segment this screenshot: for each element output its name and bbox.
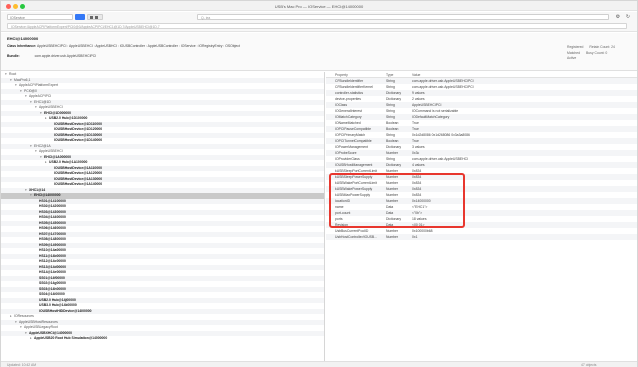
bundle-label: Bundle: [7,54,20,58]
class-inheritance: Class Inheritance: AppleUSBEHCIPCI : App… [7,44,240,48]
tree-row-label: IOUSBHostDevice@1A130000 [54,176,103,181]
tree-row-label: HS08@14800000 [39,237,66,241]
gear-icon[interactable]: ⚙ [615,14,621,20]
title-bar: USB's Mac Pro — IOService — EHCI@1400000… [1,1,637,11]
tree-row-label: XHC1@14 [29,187,46,192]
property-type: Number [386,235,399,239]
tree-row-label: IOUSBHostHIDDevice@14l00000 [39,308,92,313]
ioreg-window: USB's Mac Pro — IOService — EHCI@1400000… [0,0,638,367]
tree-row-label: HS01@14100000 [39,198,66,203]
tree-row-label: IOUSBHostDevice@1A110000 [54,165,102,170]
tree-row-label: IOUSBHostDevice@1D110000 [54,121,102,126]
state-label: Matched [567,50,581,55]
tree-row-label: EHCI@1D000000 [44,110,72,115]
tree-row-label: IOUSBHostDevice@1D130000 [54,132,103,137]
state-label: Active [567,56,577,60]
tree-row-label: PCI0@0 [24,88,37,93]
tree-row-label: AppleUSBLegacyRoot [24,325,58,329]
refresh-icon[interactable]: ↻ [625,14,631,20]
tree-row-label: HS11@14b00000 [39,253,66,258]
class-plane-select[interactable]: IOService [7,14,73,20]
state-value: Retain Count: 24 [589,45,615,49]
tree-row-label: IOUSBHostDevice@1D140000 [54,138,103,142]
tree-row-label: HS09@14900000 [39,242,66,247]
state-value: Busy Count: 0 [586,50,608,55]
object-info-panel: EHCI@14000000 Class Inheritance: AppleUS… [1,33,637,71]
registry-tree[interactable]: ▾ Root ▾ MacPro6,1 ▾ AppleACPIPlatformExpert ▾… [1,72,325,361]
list-view-icon [90,16,93,19]
tree-row-label: USB3.0 Hub@14k00000 [39,303,77,307]
tree-row-label: AppleUSBXHCI@14000000 [29,330,73,335]
class-inheritance-value: AppleUSBEHCIPCI : AppleUSBEHCI : AppleUS… [36,44,240,48]
tree-row-label: IOResources [14,314,34,318]
tree-row-label: USB2.0 Hub@14j00000 [39,297,76,302]
tree-row-label: IOUSBHostDevice@1D120000 [54,127,103,131]
tree-row-label: IOUSBHostDevice@1A140000 [54,182,103,186]
tree-row-label: AppleUSBHostResources [19,319,58,324]
tree-row-label: SS02@14g00000 [39,281,66,285]
tree-row-label: HS12@14c00000 [39,259,66,263]
tree-row-label: HS13@14d00000 [39,264,67,269]
tree-row-label: HS06@14600000 [39,226,66,230]
search-input[interactable]: Q- iea [197,14,609,20]
status-right: 47 objects [581,362,597,367]
tree-row-label: HS10@14a00000 [39,248,66,252]
tree-row-label: SS04@14i00000 [39,292,65,296]
tree-row-label: HS03@14300000 [39,209,66,214]
tree-row-label: USB2.0 Hub@1A100000 [49,160,88,164]
tree-row-label: Root [9,72,17,76]
tree-row-label: MacPro6,1 [14,77,31,82]
state-item: Active [567,56,637,60]
toolbar: IOService Q- iea ⚙ ↻ IOService:/AppleACP… [1,12,637,32]
grid-view-icon [95,16,98,19]
tree-row-label: IOUSBHostDevice@1A120000 [54,171,103,175]
bundle-info: Bundle: com.apple.driver.usb.AppleUSBEHC… [7,54,96,58]
tree-row-label: EHC1@1D [34,99,51,104]
highlight-annotation-box [329,173,465,228]
status-bar: Updated: 10:42 AM 47 objects [1,361,637,367]
tree-row-label: AppleUSB20 Root Hub Simulation@14000000 [34,336,108,340]
tree-row-label: HS14@14e00000 [39,270,66,274]
tree-row-label: AppleUSBEHCI [39,149,63,153]
window-title: USB's Mac Pro — IOService — EHCI@1400000… [274,3,364,9]
view-mode-toggle[interactable] [87,14,103,20]
property-name: UsbHostController/IOUSB... [335,235,378,239]
tree-row-label: AppleACPIPCI [29,94,52,98]
tree-row-label: HS02@14200000 [39,204,66,208]
tree-row-label: SS01@14f00000 [39,275,65,280]
tree-row[interactable]: ▸ AppleUSB20 Root Hub Simulation@14000000 [1,336,324,342]
plane-stepper[interactable] [75,14,85,20]
state-item: Registered Retain Count: 24 [567,45,637,49]
tree-row-label: HS04@14400000 [39,215,66,219]
tree-row-label: EHC2@1A [34,143,51,148]
bundle-value: com.apple.driver.usb.AppleUSBEHCIPCI [34,54,97,58]
state-item: Matched Busy Count: 0 [567,51,637,55]
state-info: Registered Retain Count: 24 Matched Busy Co… [567,45,637,62]
status-left: Updated: 10:42 AM [7,362,37,367]
tree-row-label: EHCI@1A000000 [44,154,72,159]
registry-path-field[interactable]: IOService:/AppleACPIPlatformExpert/PCI0@… [7,23,627,29]
tree-row-label: HS07@14700000 [39,231,66,236]
class-inheritance-label: Class Inheritance: [7,44,37,48]
tree-row-label: HS05@14500000 [39,220,66,225]
state-label: Registered [567,45,584,49]
tree-row-label: AppleACPIPlatformExpert [19,83,59,87]
property-value: 0x1 [412,235,418,239]
property-row[interactable]: UsbHostController/IOUSB... Number 0x1 [326,234,637,240]
tree-row-label: SS03@14h00000 [39,286,66,291]
tree-row-label: AppleUSBEHCI [39,105,63,109]
object-title: EHCI@14000000 [7,36,39,41]
tree-row-label: USB2.0 Hub@1D100000 [49,116,88,120]
tree-row-label: EHCI@14000000 [34,193,61,197]
